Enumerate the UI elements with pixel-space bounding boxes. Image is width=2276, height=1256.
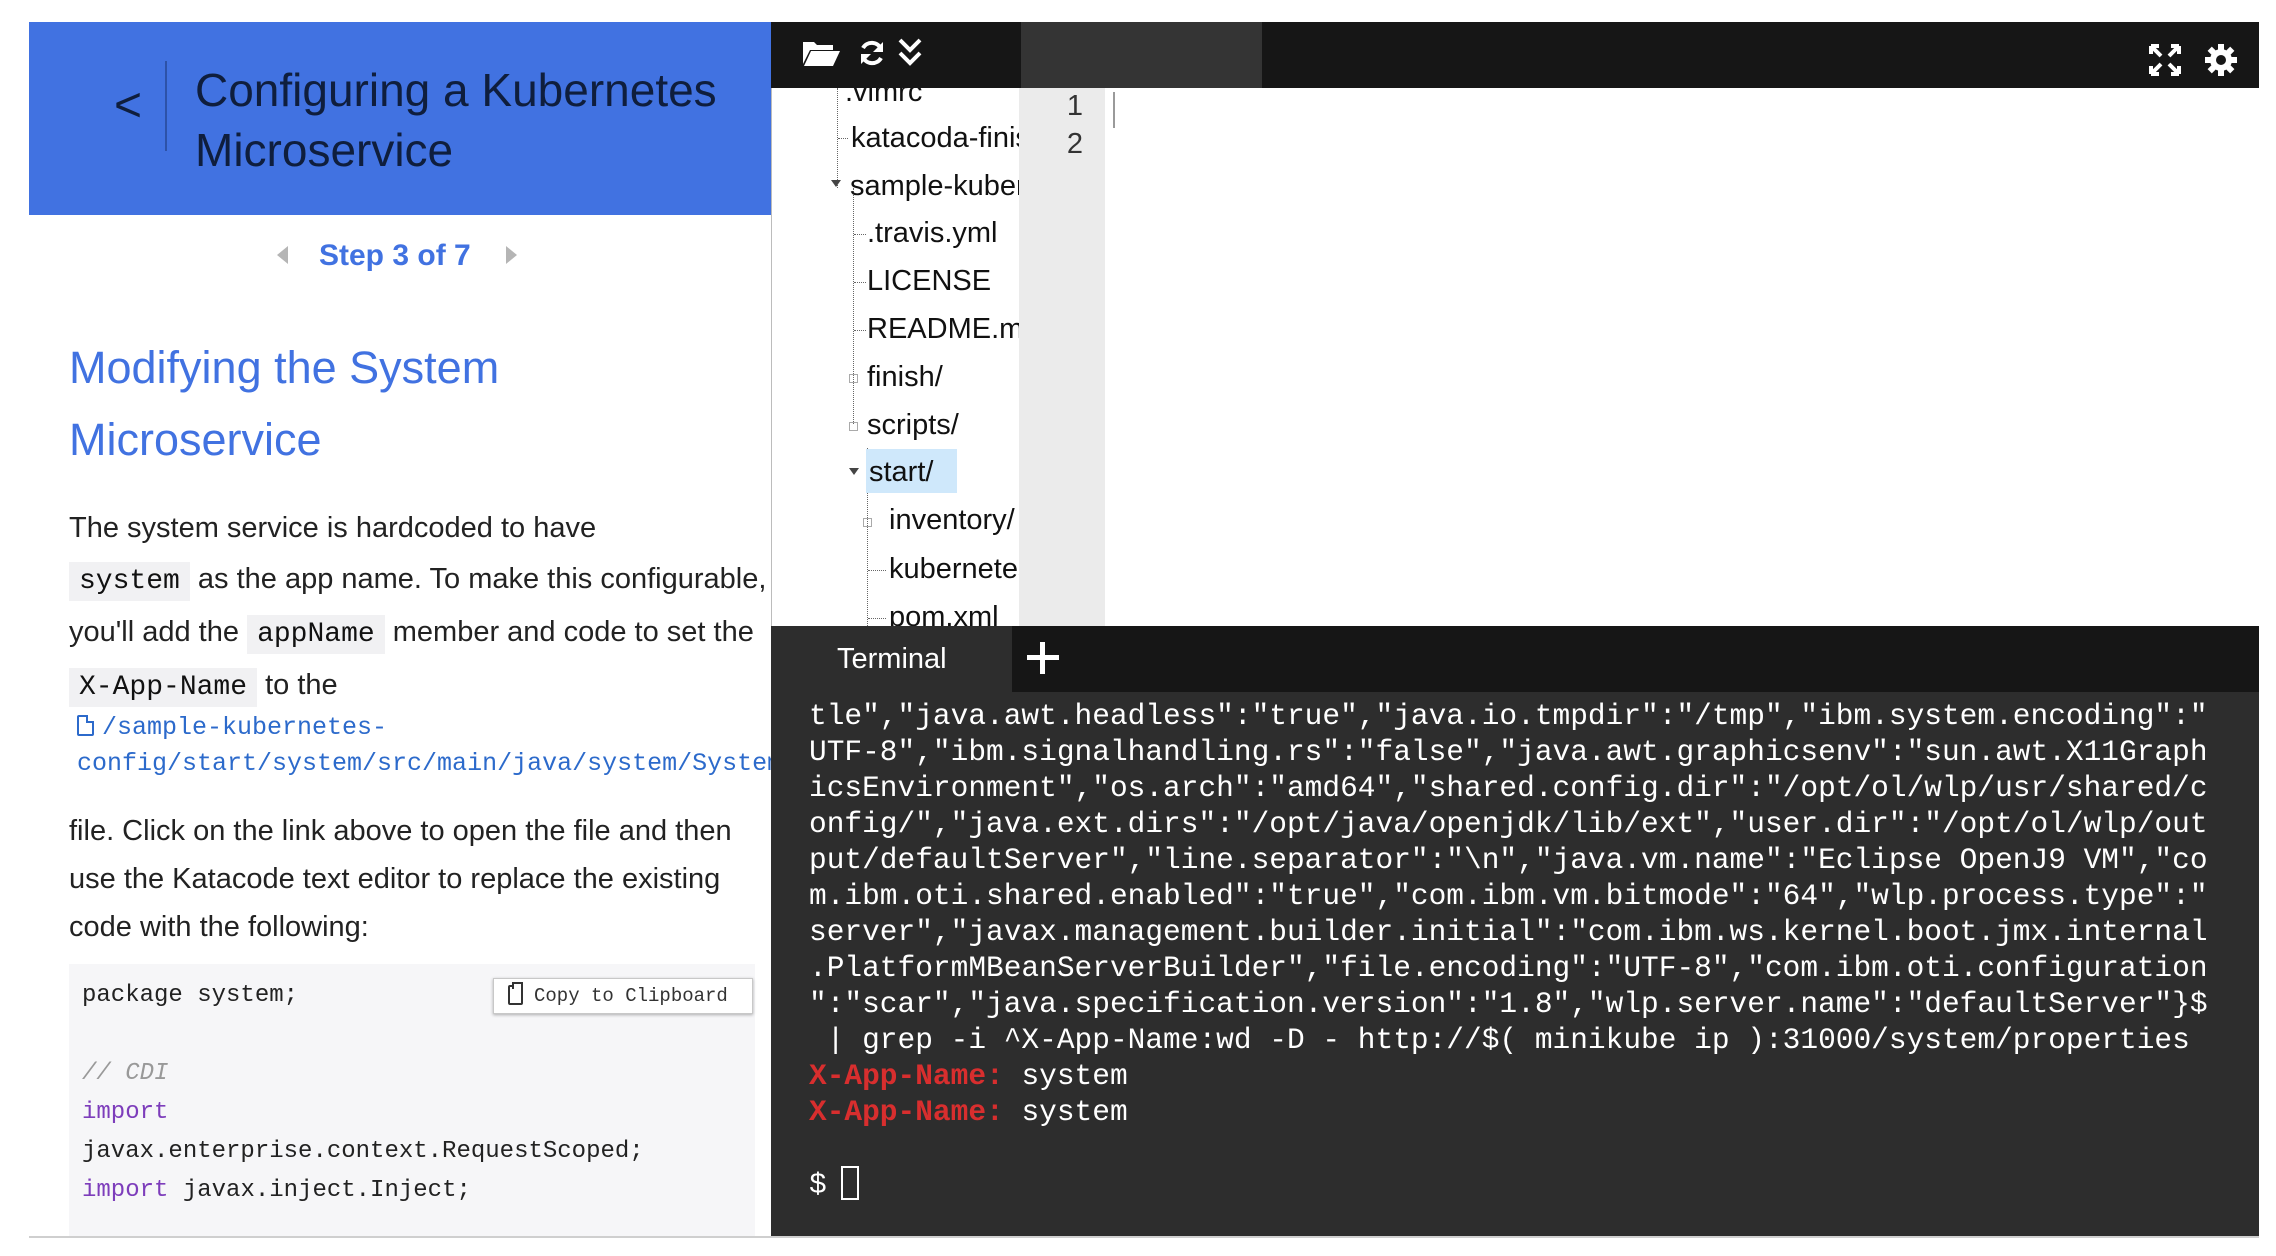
tree-item-sample-kubernetes[interactable]: sample-kubernetes-config [850, 168, 1019, 204]
clipboard-icon [508, 982, 523, 1005]
tree-guide [853, 188, 854, 424]
editor-cursor [1113, 92, 1115, 128]
expand-plus-icon[interactable] [849, 374, 858, 383]
page-title: Configuring a Kubernetes Microservice [195, 64, 717, 176]
add-terminal-button[interactable] [1025, 640, 1061, 676]
terminal-line: | grep -i ^X-App-Name:wd -D - http://$( … [809, 1023, 2190, 1057]
copy-button-label: Copy to Clipboard [534, 985, 728, 1007]
terminal-tabbar: Terminal [771, 626, 2259, 692]
expand-plus-icon[interactable] [849, 422, 858, 431]
tree-item-kubernetes[interactable]: kubernetes.yaml [889, 551, 1019, 587]
tree-guide [868, 618, 886, 619]
code-line: javax.enterprise.context.RequestScoped; [82, 1138, 644, 1165]
intro-text-3: member and code to set the [392, 616, 754, 648]
code-keyword: import [82, 1177, 169, 1204]
folder-open-icon[interactable] [801, 38, 841, 68]
back-button[interactable]: < [103, 68, 153, 144]
previous-step-icon[interactable] [277, 246, 288, 264]
tree-item-inventory[interactable]: inventory/ [889, 502, 1015, 538]
tree-item-pom[interactable]: pom.xml [889, 599, 999, 626]
tree-item-scripts[interactable]: scripts/ [867, 407, 959, 443]
terminal-line: ":"scar","java.specification.version":"1… [809, 987, 2208, 1021]
file-link-part-2: config/start/system/src/main/java/system… [77, 749, 771, 778]
expanded-arrow-icon[interactable] [849, 468, 859, 475]
tree-guide [854, 282, 866, 283]
expanded-arrow-icon[interactable] [831, 180, 841, 187]
outro-paragraph: file. Click on the link above to open th… [69, 815, 732, 943]
terminal-line: icsEnvironment","os.arch":"amd64","share… [809, 771, 2208, 805]
step-indicator: Step 3 of 7 [319, 239, 471, 272]
file-link-part-1: /sample-kubernetes- [102, 713, 388, 742]
line-number-gutter: 1 2 [1019, 88, 1105, 626]
tree-item-katacoda[interactable]: katacoda-finish.sh [851, 120, 1019, 156]
tree-item-vimrc[interactable]: .vimrc [845, 88, 922, 110]
header-value: system [1021, 1059, 1128, 1093]
tree-item-finish[interactable]: finish/ [867, 359, 943, 395]
terminal-line: UTF-8","ibm.signalhandling.rs":"false","… [809, 735, 2208, 769]
terminal-line: tle","java.awt.headless":"true","java.io… [809, 699, 2208, 733]
file-tree: .vimrc katacoda-finish.sh sample-kuberne… [771, 88, 1019, 626]
intro-text-1: The system service is hardcoded to have [69, 512, 597, 544]
header-key: X-App-Name: [809, 1059, 1004, 1093]
tab-terminal[interactable]: Terminal [771, 626, 1012, 692]
code-block: Copy to Clipboard package system; // CDI… [69, 964, 755, 1236]
tree-item-license[interactable]: LICENSE [867, 263, 991, 299]
code-text: javax.inject.Inject; [182, 1177, 471, 1204]
tree-guide [868, 570, 886, 571]
step-navigation: Step 3 of 7 [29, 234, 771, 284]
terminal-cursor [840, 1166, 859, 1200]
terminal-output[interactable]: tle","java.awt.headless":"true","java.io… [771, 692, 2259, 1236]
terminal-line: server","javax.management.builder.initia… [809, 915, 2208, 949]
line-number: 2 [1066, 128, 1083, 160]
file-link[interactable]: /sample-kubernetes-config/start/system/s… [77, 710, 771, 782]
bottom-border [29, 1236, 2259, 1238]
tree-guide [854, 234, 866, 235]
code-line: import javax.inject.Inject; [82, 1176, 471, 1206]
terminal-line: put/defaultServer","line.separator":"\n"… [809, 843, 2208, 877]
refresh-icon[interactable] [857, 38, 887, 68]
line-number: 1 [1066, 90, 1083, 122]
terminal-header-line: X-App-Name: system [809, 1094, 1128, 1130]
section-heading: Modifying the System Microservice [69, 342, 500, 465]
code-system: system [69, 562, 190, 601]
file-icon [77, 715, 94, 736]
terminal-line: onfig/","java.ext.dirs":"/opt/java/openj… [809, 807, 2208, 841]
copy-to-clipboard-button[interactable]: Copy to Clipboard [493, 978, 753, 1014]
header-key: X-App-Name: [809, 1095, 1004, 1129]
header-divider [165, 61, 167, 151]
tree-item-readme[interactable]: README.md [867, 311, 1019, 347]
code-editor[interactable] [1105, 88, 2259, 626]
code-x-app-name: X-App-Name [69, 668, 258, 707]
editor-tab[interactable] [1021, 22, 1262, 88]
terminal-line: m.ibm.oti.shared.enabled":"true","com.ib… [809, 879, 2208, 913]
intro-text-4: to the [265, 669, 338, 701]
tree-guide [838, 138, 848, 139]
editor-toolbar [771, 22, 2259, 88]
code-line: // CDI [82, 1060, 169, 1087]
terminal-header-line: X-App-Name: system [809, 1058, 1128, 1094]
header-value: system [1021, 1095, 1128, 1129]
next-step-icon[interactable] [506, 246, 517, 264]
tree-item-start[interactable]: start/ [869, 454, 933, 490]
terminal-line: .PlatformMBeanServerBuilder","file.encod… [809, 951, 2208, 985]
code-appname: appName [247, 615, 385, 654]
terminal-prompt-line[interactable]: $ [809, 1166, 859, 1203]
tutorial-header: < Configuring a Kubernetes Microservice [29, 22, 771, 215]
code-line: package system; [82, 982, 299, 1009]
collapse-all-icon[interactable] [897, 36, 923, 70]
intro-paragraph: The system service is hardcoded to have … [69, 503, 769, 713]
tree-item-travis[interactable]: .travis.yml [867, 215, 998, 251]
tutorial-panel: < Configuring a Kubernetes Microservice … [29, 22, 771, 1236]
code-line: import [82, 1099, 169, 1126]
tree-guide [854, 330, 866, 331]
expand-plus-icon[interactable] [863, 518, 872, 527]
settings-icon[interactable] [2203, 42, 2239, 78]
terminal-prompt: $ [809, 1168, 827, 1202]
fullscreen-icon[interactable] [2147, 42, 2183, 78]
